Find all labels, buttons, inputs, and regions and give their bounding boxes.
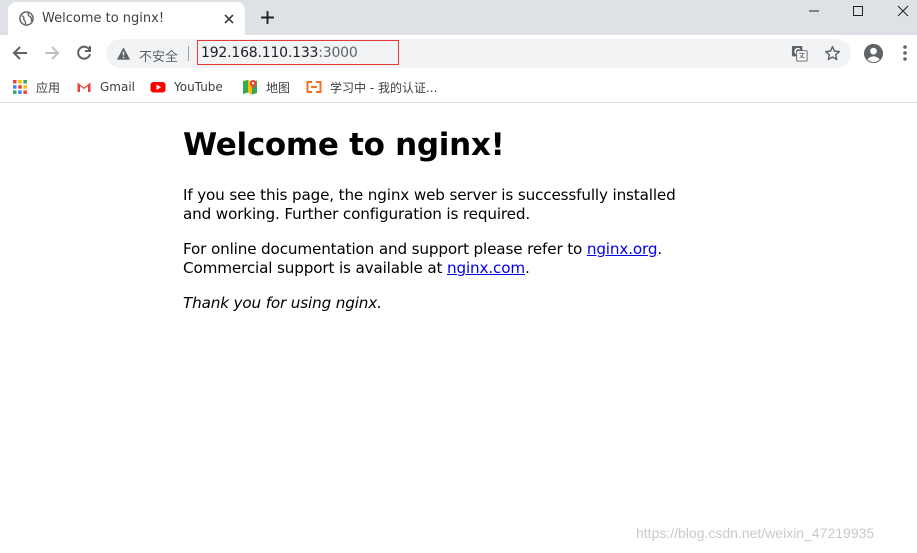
url-input[interactable]: 192.168.110.133:3000 [197, 40, 399, 65]
bookmarks-bar: 应用 Gmail YouTube 地图 学习中 - 我的认证... [0, 71, 917, 103]
tab-strip: Welcome to nginx! [0, 0, 917, 35]
bookmark-label: 学习中 - 我的认证... [330, 80, 438, 95]
url-text: 192.168.110.133:3000 [201, 45, 358, 61]
thanks-text: Thank you for using nginx. [183, 294, 382, 312]
close-icon [897, 5, 909, 17]
bookmark-label: Gmail [100, 80, 136, 94]
bookmark-label: 应用 [36, 80, 61, 95]
bookmark-apps[interactable]: 应用 [12, 77, 60, 97]
page-heading: Welcome to nginx! [183, 127, 505, 163]
tab-title: Welcome to nginx! [42, 11, 165, 26]
browser-toolbar: 不安全 192.168.110.133:3000 G [0, 35, 917, 71]
bookmark-gmail[interactable]: Gmail [76, 77, 135, 97]
maps-icon [243, 80, 257, 95]
maximize-icon [853, 6, 863, 16]
page-content: Welcome to nginx! If you see this page, … [183, 126, 703, 329]
bookmark-study[interactable]: 学习中 - 我的认证... [306, 77, 437, 97]
commercial-text: Commercial support is available at [183, 259, 447, 277]
watermark: https://blog.csdn.net/weixin_47219935 [636, 525, 875, 541]
youtube-icon [150, 82, 166, 93]
window-close-button[interactable] [880, 0, 917, 22]
bookmark-maps[interactable]: 地图 [242, 77, 290, 97]
profile-avatar-icon[interactable] [863, 43, 884, 64]
warning-icon[interactable] [116, 46, 131, 61]
forward-arrow-icon[interactable] [42, 43, 62, 63]
url-port: :3000 [318, 45, 358, 61]
nginx-com-link[interactable]: nginx.com [447, 259, 525, 277]
bookmark-site-icon [306, 81, 322, 93]
nginx-org-link[interactable]: nginx.org [587, 240, 658, 258]
maximize-button[interactable] [835, 0, 881, 22]
globe-icon [19, 11, 34, 26]
apps-grid-icon [13, 80, 27, 94]
bookmark-youtube[interactable]: YouTube [150, 77, 223, 97]
address-bar[interactable]: 不安全 192.168.110.133:3000 G [106, 39, 851, 68]
minimize-icon [809, 10, 819, 12]
docs-text: For online documentation and support ple… [183, 240, 587, 258]
browser-tab[interactable]: Welcome to nginx! [8, 2, 245, 35]
docs-paragraph: For online documentation and support ple… [183, 240, 703, 278]
close-tab-icon[interactable] [221, 11, 237, 27]
bookmark-label: YouTube [174, 80, 223, 94]
minimize-button[interactable] [791, 0, 837, 22]
translate-icon[interactable]: G [791, 45, 808, 62]
reload-icon[interactable] [74, 43, 94, 63]
thanks-paragraph: Thank you for using nginx. [183, 294, 703, 313]
docs-period: . [657, 240, 663, 258]
not-secure-label[interactable]: 不安全 [139, 46, 178, 65]
new-tab-icon[interactable] [259, 9, 276, 26]
kebab-menu-icon[interactable] [898, 44, 912, 62]
url-host: 192.168.110.133 [201, 45, 319, 61]
intro-paragraph: If you see this page, the nginx web serv… [183, 186, 676, 223]
back-arrow-icon[interactable] [10, 43, 30, 63]
bookmark-star-icon[interactable] [824, 45, 841, 62]
omnibox-divider [188, 46, 189, 61]
gmail-icon [77, 82, 91, 92]
bookmark-label: 地图 [266, 80, 291, 95]
commercial-period: . [525, 259, 530, 277]
